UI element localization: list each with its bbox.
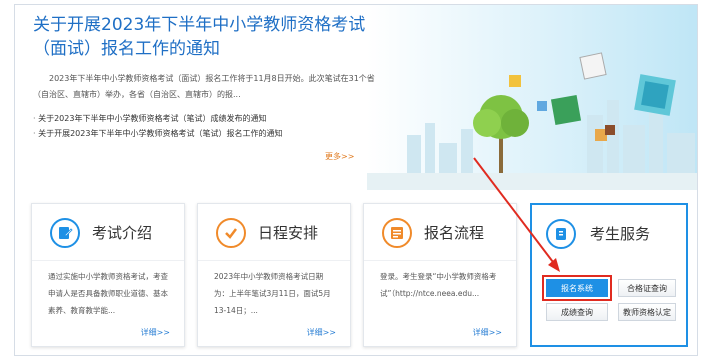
banner-illustration — [367, 5, 697, 190]
candidate-services-panel: 考生服务 报名系统 合格证查询 成绩查询 教师资格认定 — [530, 203, 688, 347]
card-description: 2023年中小学教师资格考试日期为：上半年笔试3月11日，面试5月13-14日；… — [214, 272, 331, 315]
form-icon — [382, 218, 412, 248]
card-registration-process[interactable]: 报名流程 登录。考生登录“中小学教师资格考试”（http://ntce.neea… — [363, 203, 517, 347]
more-link[interactable]: 更多>> — [325, 151, 354, 162]
divider — [198, 260, 350, 261]
news-item-link[interactable]: 关于2023年下半年中小学教师资格考试（笔试）成绩发布的通知 — [33, 111, 378, 126]
card-title: 考试介绍 — [92, 224, 153, 242]
news-item-link[interactable]: 关于开展2023年下半年中小学教师资格考试（笔试）报名工作的通知 — [33, 126, 378, 141]
divider — [364, 260, 516, 261]
edit-document-icon — [50, 218, 80, 248]
document-icon — [546, 219, 576, 249]
headline-link[interactable]: 关于开展2023年下半年中小学教师资格考试（面试）报名工作的通知 — [33, 13, 378, 61]
news-list: 关于2023年下半年中小学教师资格考试（笔试）成绩发布的通知 关于开展2023年… — [33, 111, 378, 141]
highlight-box — [542, 275, 612, 301]
services-title: 考生服务 — [590, 225, 651, 243]
card-title: 日程安排 — [258, 224, 319, 242]
card-exam-intro[interactable]: 考试介绍 通过实施中小学教师资格考试，考查申请人是否具备教师职业道德、基本素养、… — [31, 203, 185, 347]
card-title: 报名流程 — [424, 224, 485, 242]
divider — [32, 260, 184, 261]
detail-link[interactable]: 详细>> — [307, 327, 336, 338]
certificate-query-button[interactable]: 合格证查询 — [618, 279, 676, 297]
news-banner: 关于开展2023年下半年中小学教师资格考试（面试）报名工作的通知 2023年下半… — [15, 5, 697, 190]
detail-link[interactable]: 详细>> — [141, 327, 170, 338]
checkmark-icon — [216, 218, 246, 248]
news-panel: 关于开展2023年下半年中小学教师资格考试（面试）报名工作的通知 2023年下半… — [33, 13, 378, 141]
notice-summary: 2023年下半年中小学教师资格考试（面试）报名工作将于11月8日开始。此次笔试在… — [33, 74, 375, 99]
card-description: 登录。考生登录“中小学教师资格考试”（http://ntce.neea.edu.… — [380, 272, 497, 298]
page-frame: 关于开展2023年下半年中小学教师资格考试（面试）报名工作的通知 2023年下半… — [14, 4, 698, 356]
card-description: 通过实施中小学教师资格考试，考查申请人是否具备教师职业道德、基本素养、教育教学能… — [48, 272, 168, 315]
card-schedule[interactable]: 日程安排 2023年中小学教师资格考试日期为：上半年笔试3月11日，面试5月13… — [197, 203, 351, 347]
teacher-qualification-button[interactable]: 教师资格认定 — [618, 303, 676, 321]
score-query-button[interactable]: 成绩查询 — [546, 303, 608, 321]
detail-link[interactable]: 详细>> — [473, 327, 502, 338]
